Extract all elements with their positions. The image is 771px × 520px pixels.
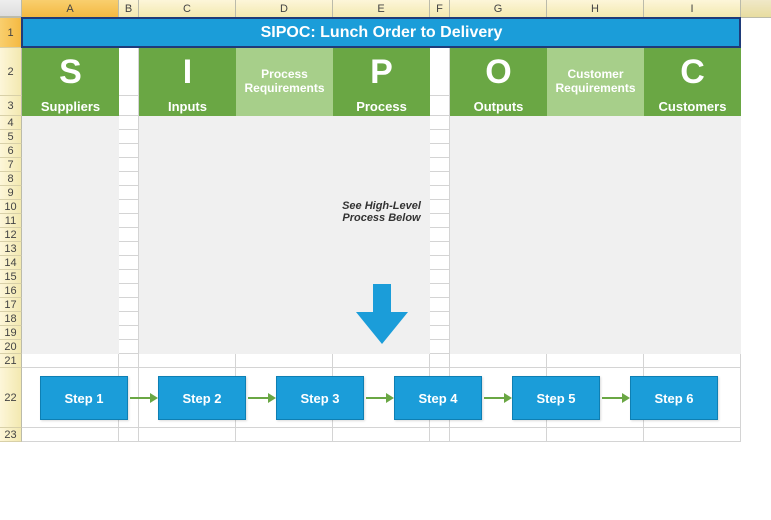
column-header-D[interactable]: D: [236, 0, 333, 17]
step-box-2[interactable]: Step 2: [158, 376, 246, 420]
row-header-5[interactable]: 5: [0, 130, 22, 144]
step-box-4[interactable]: Step 4: [394, 376, 482, 420]
row-header-1[interactable]: 1: [0, 18, 22, 48]
row-header-18[interactable]: 18: [0, 312, 22, 326]
sipoc-body-2[interactable]: [236, 116, 333, 354]
content-overlay: SIPOC: Lunch Order to Delivery SSupplier…: [22, 18, 771, 442]
row-header-3[interactable]: 3: [0, 96, 22, 116]
process-steps: Step 1 Step 2 Step 3 Step 4 Step 5 Step 6: [40, 376, 718, 420]
column-header-C[interactable]: C: [139, 0, 236, 17]
step-box-6[interactable]: Step 6: [630, 376, 718, 420]
sipoc-label-inputs[interactable]: Inputs: [139, 96, 236, 116]
row-header-8[interactable]: 8: [0, 172, 22, 186]
row-header-13[interactable]: 13: [0, 242, 22, 256]
sipoc-label-customers[interactable]: Customers: [644, 96, 741, 116]
sipoc-letter-S[interactable]: S: [22, 48, 119, 96]
column-header-E[interactable]: E: [333, 0, 430, 17]
arrow-down-icon: [356, 284, 408, 349]
column-header-H[interactable]: H: [547, 0, 644, 17]
sipoc-letter-O[interactable]: O: [450, 48, 547, 96]
row-header-12[interactable]: 12: [0, 228, 22, 242]
row-header-11[interactable]: 11: [0, 214, 22, 228]
process-note: See High-LevelProcess Below: [333, 200, 430, 224]
sipoc-label-suppliers[interactable]: Suppliers: [22, 96, 119, 116]
sipoc-body-5[interactable]: [547, 116, 644, 354]
column-header-I[interactable]: I: [644, 0, 741, 17]
step-arrow-icon: [128, 393, 158, 403]
sipoc-body-1[interactable]: [139, 116, 236, 354]
grid-body[interactable]: SIPOC: Lunch Order to Delivery SSupplier…: [22, 18, 771, 442]
row-header-21[interactable]: 21: [0, 354, 22, 368]
sipoc-letter-P[interactable]: P: [333, 48, 430, 96]
sipoc-letter-I[interactable]: I: [139, 48, 236, 96]
column-header-F[interactable]: F: [430, 0, 450, 17]
column-headers: ABCDEFGHI: [0, 0, 771, 18]
step-box-1[interactable]: Step 1: [40, 376, 128, 420]
row-header-9[interactable]: 9: [0, 186, 22, 200]
row-header-17[interactable]: 17: [0, 298, 22, 312]
row-header-23[interactable]: 23: [0, 428, 22, 442]
row-header-7[interactable]: 7: [0, 158, 22, 172]
sipoc-req-5[interactable]: CustomerRequirements: [547, 48, 644, 116]
sipoc-req-2[interactable]: ProcessRequirements: [236, 48, 333, 116]
sipoc-body-0[interactable]: [22, 116, 119, 354]
step-box-3[interactable]: Step 3: [276, 376, 364, 420]
sipoc-letter-C[interactable]: C: [644, 48, 741, 96]
spreadsheet-window: ABCDEFGHI 123456789101112131415161718192…: [0, 0, 771, 520]
step-arrow-icon: [364, 393, 394, 403]
step-arrow-icon: [482, 393, 512, 403]
row-header-22[interactable]: 22: [0, 368, 22, 428]
step-box-5[interactable]: Step 5: [512, 376, 600, 420]
step-arrow-icon: [600, 393, 630, 403]
sipoc-label-outputs[interactable]: Outputs: [450, 96, 547, 116]
row-header-20[interactable]: 20: [0, 340, 22, 354]
row-header-10[interactable]: 10: [0, 200, 22, 214]
row-header-6[interactable]: 6: [0, 144, 22, 158]
row-header-4[interactable]: 4: [0, 116, 22, 130]
row-header-19[interactable]: 19: [0, 326, 22, 340]
sipoc-body-6[interactable]: [644, 116, 741, 354]
row-header-15[interactable]: 15: [0, 270, 22, 284]
column-header-B[interactable]: B: [119, 0, 139, 17]
row-header-14[interactable]: 14: [0, 256, 22, 270]
row-header-2[interactable]: 2: [0, 48, 22, 96]
sipoc-label-process[interactable]: Process: [333, 96, 430, 116]
row-header-16[interactable]: 16: [0, 284, 22, 298]
row-headers: 1234567891011121314151617181920212223: [0, 18, 22, 442]
column-header-A[interactable]: A: [22, 0, 119, 17]
column-header-G[interactable]: G: [450, 0, 547, 17]
step-arrow-icon: [246, 393, 276, 403]
select-all-corner[interactable]: [0, 0, 22, 17]
sipoc-body-4[interactable]: [450, 116, 547, 354]
